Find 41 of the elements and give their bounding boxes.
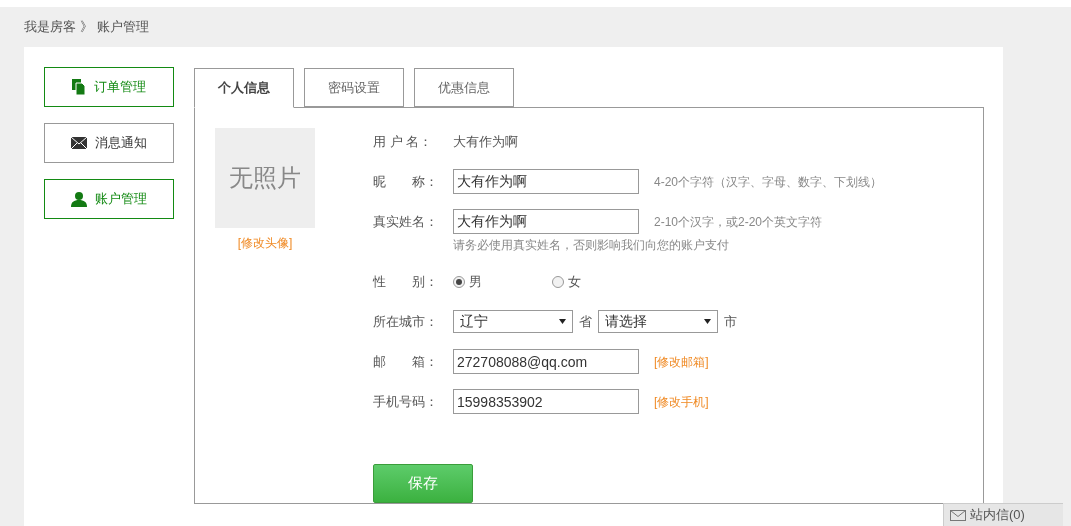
field-label: 所在城市： bbox=[373, 312, 439, 331]
sidebar-item[interactable]: 账户管理 bbox=[44, 179, 174, 219]
field-label: 手机号码： bbox=[373, 392, 439, 411]
input-field[interactable]: 大有作为啊 bbox=[453, 209, 639, 234]
no-photo-label: 无照片 bbox=[215, 128, 315, 228]
field-hint: 4-20个字符（汉字、字母、数字、下划线） bbox=[654, 173, 883, 191]
mail-icon bbox=[950, 509, 966, 521]
radio-button[interactable] bbox=[552, 275, 564, 288]
field-label: 邮 箱： bbox=[373, 352, 439, 371]
caret-icon bbox=[704, 319, 711, 324]
radio-button[interactable] bbox=[453, 275, 465, 288]
field-label: 用 户 名： bbox=[373, 132, 434, 151]
sidebar-item[interactable]: 消息通知 bbox=[44, 123, 174, 163]
breadcrumb-link[interactable]: 我是房客 bbox=[24, 17, 76, 37]
breadcrumb-current: 账户管理 bbox=[97, 18, 149, 37]
field-label: 真实姓名： bbox=[373, 212, 439, 231]
input-field[interactable]: 大有作为啊 bbox=[453, 169, 639, 194]
username-value: 大有作为啊 bbox=[453, 132, 518, 151]
field-note: 请务必使用真实姓名，否则影响我们向您的账户支付 bbox=[453, 237, 730, 254]
mail-icon bbox=[71, 137, 87, 149]
dropdown[interactable]: 辽宁 bbox=[453, 310, 573, 333]
field-label: 昵 称： bbox=[373, 172, 439, 191]
input-field[interactable]: 272708088@qq.com bbox=[453, 349, 639, 374]
caret-icon bbox=[559, 319, 566, 324]
field-hint: 2-10个汉字，或2-20个英文字符 bbox=[654, 213, 823, 231]
tab[interactable]: 密码设置 bbox=[304, 68, 404, 107]
radio-label: 男 bbox=[469, 272, 482, 291]
sidebar-item[interactable]: 订单管理 bbox=[44, 67, 174, 107]
breadcrumb-separator: 》 bbox=[80, 18, 93, 37]
dropdown[interactable]: 请选择 bbox=[598, 310, 718, 333]
tab[interactable]: 优惠信息 bbox=[414, 68, 514, 107]
documents-icon bbox=[72, 79, 86, 95]
field-label: 性 别： bbox=[373, 272, 439, 291]
user-icon bbox=[71, 191, 87, 207]
unit-label: 市 bbox=[724, 312, 737, 331]
input-field[interactable]: 15998353902 bbox=[453, 389, 639, 414]
message-widget[interactable]: 站内信(0) bbox=[943, 503, 1063, 526]
radio-label: 女 bbox=[568, 272, 581, 291]
tab[interactable]: 个人信息 bbox=[194, 68, 294, 108]
message-count-label: 站内信(0) bbox=[970, 506, 1025, 525]
unit-label: 省 bbox=[579, 312, 592, 331]
